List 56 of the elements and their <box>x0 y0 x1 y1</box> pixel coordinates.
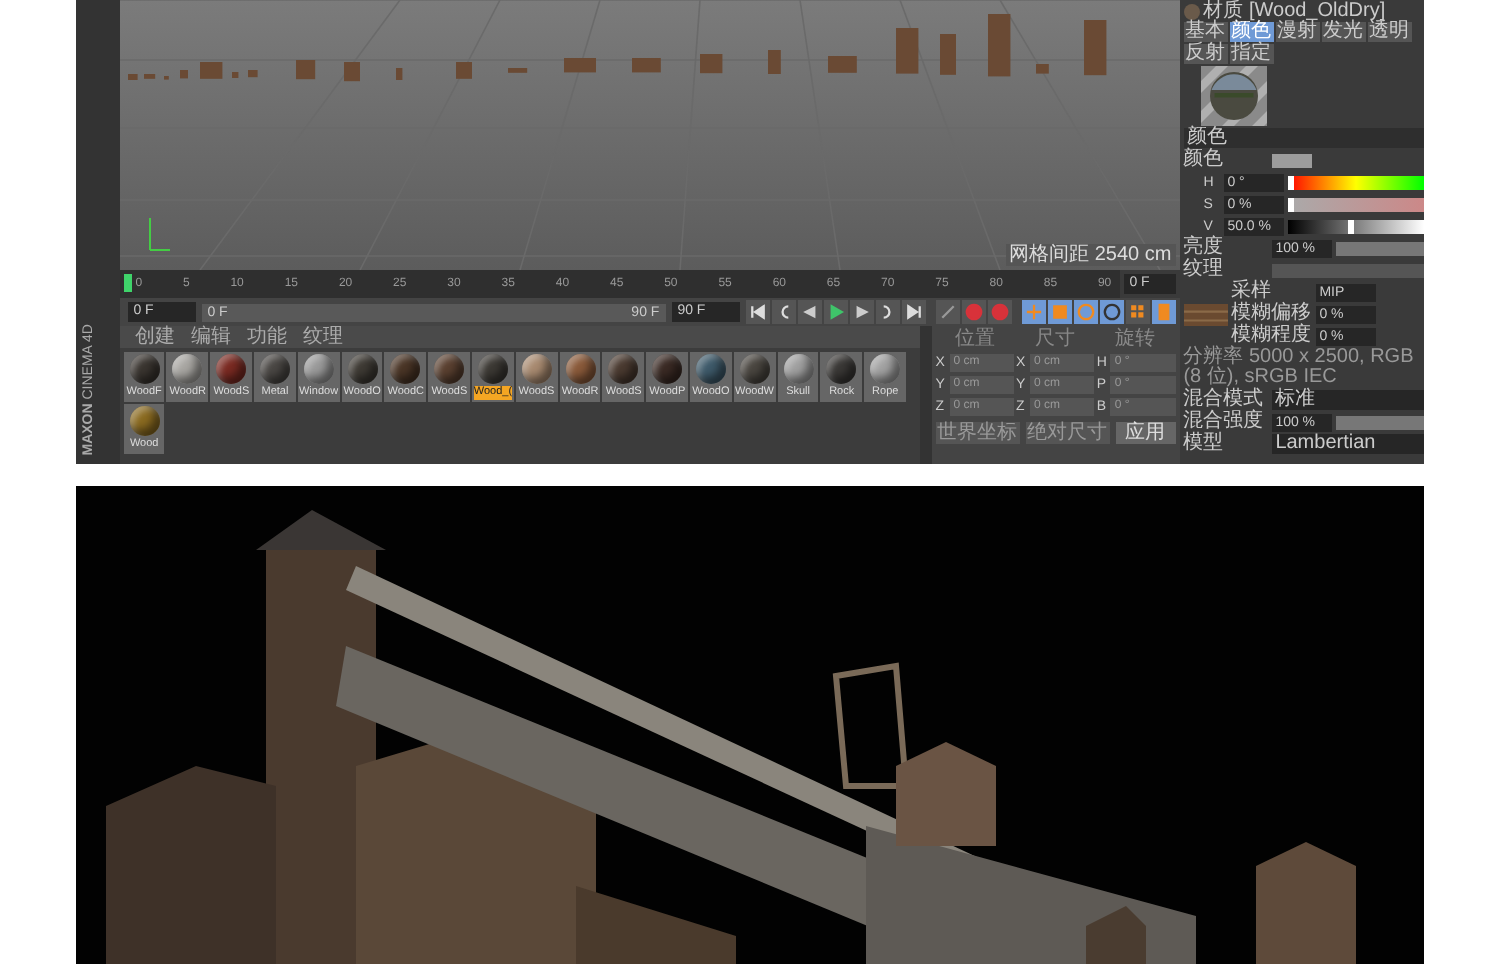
color-label: 颜色 <box>1183 150 1226 170</box>
menu-item[interactable]: 创建 <box>135 326 176 348</box>
resolution-text: 分辨率 5000 x 2500, RGB (8 位), sRGB IEC <box>1183 348 1416 388</box>
back-button[interactable] <box>797 300 822 324</box>
coordinate-mode-dropdown[interactable]: 世界坐标 <box>935 422 1020 444</box>
playhead[interactable] <box>123 274 132 292</box>
material-icon <box>1183 3 1200 19</box>
column-header: 位置 <box>955 328 996 350</box>
editor-tab[interactable]: 指定 <box>1229 44 1274 64</box>
size-mode-dropdown[interactable]: 绝对尺寸 <box>1025 422 1110 444</box>
editor-tab[interactable]: 颜色 <box>1229 22 1274 42</box>
model-dropdown[interactable]: Lambertian <box>1271 434 1424 454</box>
brightness-label: 亮度 <box>1183 238 1226 258</box>
material-title: 材质 [Wood_OldDry] <box>1203 2 1386 20</box>
texture-field[interactable] <box>1271 263 1424 277</box>
menu-item[interactable]: 功能 <box>247 326 288 348</box>
blur-offset-label: 模糊偏移 <box>1231 304 1312 324</box>
forward-icon <box>851 302 872 322</box>
menu-item[interactable]: 纹理 <box>303 326 344 348</box>
mix-mode-label: 混合模式 <box>1183 390 1266 410</box>
editor-tab[interactable]: 反射 <box>1183 44 1228 64</box>
editor-tab[interactable]: 透明 <box>1367 22 1412 42</box>
axis-icon <box>148 217 171 251</box>
forward-button[interactable] <box>849 300 874 324</box>
editor-tab[interactable]: 漫射 <box>1275 22 1320 42</box>
color-swatch[interactable] <box>1271 153 1312 167</box>
back-icon <box>799 302 820 322</box>
column-header: 旋转 <box>1115 328 1156 350</box>
first-button[interactable] <box>745 300 770 324</box>
move-button[interactable] <box>1021 300 1046 324</box>
editor-tab[interactable]: 基本 <box>1183 22 1228 42</box>
menu-item[interactable]: 编辑 <box>191 326 232 348</box>
grid-spacing-label: 网格间距 2540 cm <box>1005 244 1176 266</box>
mix-strength-label: 混合强度 <box>1183 412 1266 432</box>
move-icon <box>1023 302 1044 322</box>
mix-mode-dropdown[interactable]: 标准 <box>1271 390 1424 410</box>
blur-scale-label: 模糊程度 <box>1231 326 1312 346</box>
apply-button[interactable]: 应用 <box>1115 422 1176 444</box>
column-header: 尺寸 <box>1035 328 1076 350</box>
section-header: 颜色 <box>1183 128 1424 148</box>
play-icon <box>825 302 846 322</box>
texture-label: 纹理 <box>1183 260 1226 280</box>
model-label: 模型 <box>1183 434 1226 454</box>
slider-thumb[interactable] <box>1348 219 1355 233</box>
material-preview <box>1199 66 1268 126</box>
slider-thumb[interactable] <box>1287 175 1294 189</box>
sampling-label: 采样 <box>1231 282 1274 302</box>
last-button[interactable] <box>901 300 926 324</box>
play-button[interactable] <box>823 300 848 324</box>
last-icon <box>903 302 924 322</box>
first-icon <box>747 302 768 322</box>
slider-thumb[interactable] <box>1287 197 1294 211</box>
prev-key-button[interactable] <box>771 300 796 324</box>
record-icon <box>963 302 984 322</box>
editor-tab[interactable]: 发光 <box>1321 22 1366 42</box>
next-key-button[interactable] <box>875 300 900 324</box>
